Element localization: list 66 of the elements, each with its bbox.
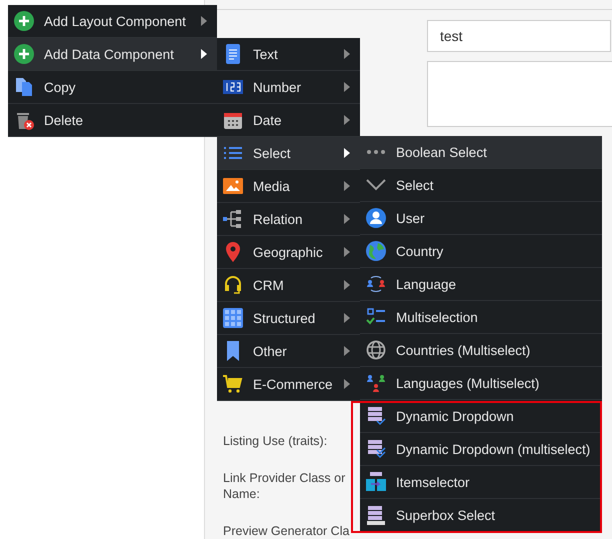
trash-icon <box>14 110 34 130</box>
location-pin-icon <box>223 242 243 262</box>
grid-icon <box>223 308 243 328</box>
submenu-arrow-icon <box>344 280 350 290</box>
menu-item[interactable]: Multiselection <box>360 301 602 334</box>
stack-arrow-icon <box>366 472 386 492</box>
tree-icon <box>223 209 243 229</box>
menu-item[interactable]: Language <box>360 268 602 301</box>
submenu-arrow-icon <box>344 214 350 224</box>
submenu-arrow-icon <box>344 313 350 323</box>
submenu-arrow-icon <box>344 247 350 257</box>
menu-item[interactable]: Geographic <box>217 236 360 269</box>
text-area[interactable] <box>427 61 612 127</box>
menu-item[interactable]: Superbox Select <box>360 499 602 532</box>
menu-item[interactable]: Relation <box>217 203 360 236</box>
menu-item[interactable]: Text <box>217 38 360 71</box>
menu-item[interactable]: Languages (Multiselect) <box>360 367 602 400</box>
plus-circle-icon <box>14 44 34 64</box>
user-icon <box>366 208 386 228</box>
people-group-icon <box>366 373 386 393</box>
menu-item[interactable]: Add Data Component <box>8 38 217 71</box>
menu-item[interactable]: Media <box>217 170 360 203</box>
submenu-arrow-icon <box>344 82 350 92</box>
submenu-arrow-icon <box>344 379 350 389</box>
submenu-arrow-icon <box>344 49 350 59</box>
field-label: Preview Generator Cla <box>223 523 350 539</box>
menu-item[interactable]: E-Commerce <box>217 368 360 401</box>
submenu-arrow-icon <box>344 115 350 125</box>
submenu-arrow-icon <box>344 346 350 356</box>
headset-icon <box>223 275 243 295</box>
document-icon <box>223 44 243 64</box>
globe-icon <box>366 241 386 261</box>
submenu-arrow-icon <box>344 148 350 158</box>
field-label: Listing Use (traits): <box>223 433 328 449</box>
menu-item[interactable]: Select <box>217 137 360 170</box>
copy-icon <box>14 77 34 97</box>
submenu-arrow-icon <box>344 181 350 191</box>
menu-item[interactable]: Delete <box>8 104 217 137</box>
number-icon <box>223 77 243 97</box>
dots-icon <box>366 149 386 155</box>
menu-item[interactable]: Country <box>360 235 602 268</box>
name-field[interactable]: test <box>427 20 611 52</box>
image-icon <box>223 176 243 196</box>
people-icon <box>366 274 386 294</box>
menu-item[interactable]: User <box>360 202 602 235</box>
submenu-arrow-icon <box>201 16 207 26</box>
menu-item[interactable]: Boolean Select <box>360 136 602 169</box>
plus-circle-icon <box>14 11 34 31</box>
menu-item[interactable]: Copy <box>8 71 217 104</box>
menu-item[interactable]: Structured <box>217 302 360 335</box>
globe-icon <box>366 340 386 360</box>
menu-item[interactable]: Itemselector <box>360 466 602 499</box>
stack-check-icon <box>366 406 386 426</box>
calendar-icon <box>223 110 243 130</box>
menu-item[interactable]: Countries (Multiselect) <box>360 334 602 367</box>
stack-double-check-icon <box>366 439 386 459</box>
menu-item[interactable]: Other <box>217 335 360 368</box>
submenu-arrow-icon <box>201 49 207 59</box>
field-label: Link Provider Class or Name: <box>223 470 346 502</box>
stack-tag-icon <box>366 505 386 525</box>
menu-item[interactable]: Dynamic Dropdown (multiselect) <box>360 433 602 466</box>
cart-icon <box>223 374 243 394</box>
menu-item[interactable]: Select <box>360 169 602 202</box>
menu-item[interactable]: Number <box>217 71 360 104</box>
checklist-icon <box>366 307 386 327</box>
menu-item[interactable]: Dynamic Dropdown <box>360 400 602 433</box>
